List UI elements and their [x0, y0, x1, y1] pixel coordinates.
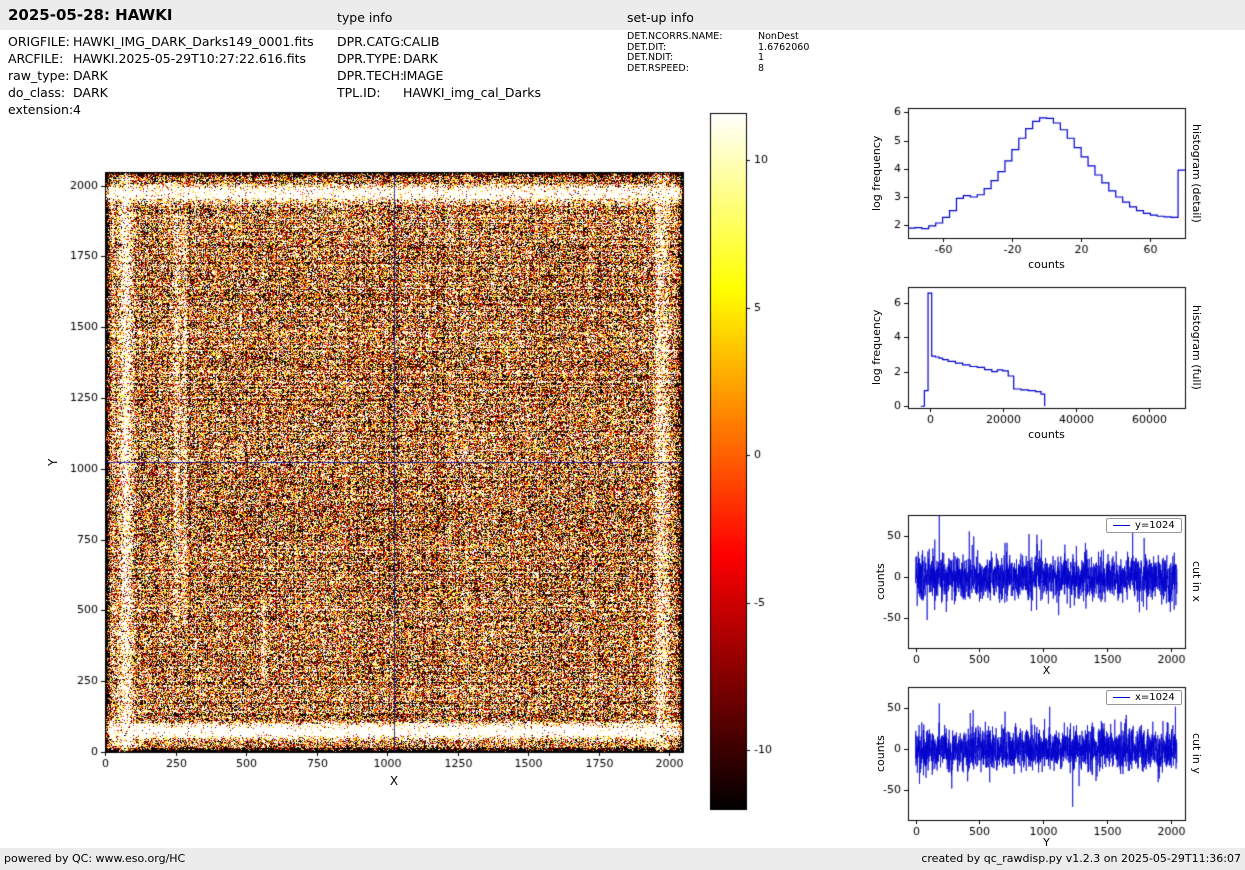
info-key: do_class:: [8, 84, 73, 101]
hist-detail-xlabel: counts: [908, 258, 1185, 271]
header-bar: 2025-05-28: HAWKI type info set-up info: [0, 0, 1245, 30]
info-value: NonDest: [758, 32, 799, 43]
info-value: DARK: [403, 50, 438, 67]
info-key: DET.NDIT:: [627, 53, 758, 64]
histogram-detail-plot: [862, 95, 1192, 280]
info-value: IMAGE: [403, 67, 443, 84]
main-ylabel: Y: [46, 172, 60, 752]
legend-line-icon: [1113, 697, 1130, 698]
cut-x-right-label: cut in x: [1190, 515, 1203, 648]
setup-info-row: DET.NDIT:1: [627, 53, 809, 64]
info-value: HAWKI.2025-05-29T10:27:22.616.fits: [73, 50, 306, 67]
info-value: 1.6762060: [758, 43, 809, 54]
info-key: TPL.ID:: [337, 84, 403, 101]
hist-full-ylabel: log frequency: [870, 287, 883, 408]
type-info-row: DPR.CATG:CALIB: [337, 33, 541, 50]
qc-report-page: 2025-05-28: HAWKI type info set-up info …: [0, 0, 1245, 870]
type-info-block: DPR.CATG:CALIB DPR.TYPE:DARK DPR.TECH:IM…: [337, 33, 541, 101]
setup-info-row: DET.NCORRS.NAME:NonDest: [627, 32, 809, 43]
info-value: DARK: [73, 84, 108, 101]
type-info-heading: type info: [337, 10, 392, 25]
setup-info-row: DET.RSPEED:8: [627, 64, 809, 75]
info-value: 4: [73, 101, 81, 118]
info-key: DPR.TYPE:: [337, 50, 403, 67]
info-value: DARK: [73, 67, 108, 84]
type-info-row: DPR.TYPE:DARK: [337, 50, 541, 67]
info-key: ORIGFILE:: [8, 33, 73, 50]
info-key: DPR.TECH:: [337, 67, 403, 84]
hist-full-xlabel: counts: [908, 428, 1185, 441]
info-key: DPR.CATG:: [337, 33, 403, 50]
info-key: extension:: [8, 101, 73, 118]
histogram-full-plot: [862, 272, 1192, 454]
file-info-row: ORIGFILE:HAWKI_IMG_DARK_Darks149_0001.fi…: [8, 33, 314, 50]
type-info-row: DPR.TECH:IMAGE: [337, 67, 541, 84]
legend-cut-y-label: x=1024: [1135, 692, 1175, 703]
info-value: HAWKI_img_cal_Darks: [403, 84, 541, 101]
legend-cut-x-label: y=1024: [1135, 520, 1175, 531]
type-info-row: TPL.ID:HAWKI_img_cal_Darks: [337, 84, 541, 101]
info-value: CALIB: [403, 33, 440, 50]
cut-y-right-label: cut in y: [1190, 687, 1203, 820]
info-value: 1: [758, 53, 764, 64]
legend-cut-x: y=1024: [1106, 518, 1182, 533]
footer-left-text: powered by QC: www.eso.org/HC: [4, 852, 185, 865]
legend-line-icon: [1113, 525, 1130, 526]
setup-info-heading: set-up info: [627, 10, 694, 25]
info-key: DET.NCORRS.NAME:: [627, 32, 758, 43]
file-info-row: raw_type:DARK: [8, 67, 314, 84]
hist-detail-ylabel: log frequency: [870, 108, 883, 238]
colorbar: [705, 110, 790, 812]
info-value: HAWKI_IMG_DARK_Darks149_0001.fits: [73, 33, 314, 50]
footer-right-text: created by qc_rawdisp.py v1.2.3 on 2025-…: [921, 852, 1241, 865]
file-info-row: extension:4: [8, 101, 314, 118]
file-info-row: ARCFILE:HAWKI.2025-05-29T10:27:22.616.fi…: [8, 50, 314, 67]
legend-cut-y: x=1024: [1106, 690, 1182, 705]
detector-image-plot: [40, 150, 720, 810]
info-value: 8: [758, 64, 764, 75]
hist-full-right-label: histogram (full): [1190, 287, 1203, 408]
info-key: DET.RSPEED:: [627, 64, 758, 75]
hist-detail-right-label: histogram (detail): [1190, 108, 1203, 238]
file-info-row: do_class:DARK: [8, 84, 314, 101]
page-title: 2025-05-28: HAWKI: [8, 6, 172, 24]
footer-bar: powered by QC: www.eso.org/HC created by…: [0, 848, 1245, 870]
info-key: raw_type:: [8, 67, 73, 84]
info-key: ARCFILE:: [8, 50, 73, 67]
file-info-block: ORIGFILE:HAWKI_IMG_DARK_Darks149_0001.fi…: [8, 33, 314, 118]
cut-x-ylabel: counts: [874, 515, 887, 648]
cut-y-ylabel: counts: [874, 687, 887, 820]
main-xlabel: X: [105, 774, 683, 788]
setup-info-block: DET.NCORRS.NAME:NonDest DET.DIT:1.676206…: [627, 32, 809, 74]
